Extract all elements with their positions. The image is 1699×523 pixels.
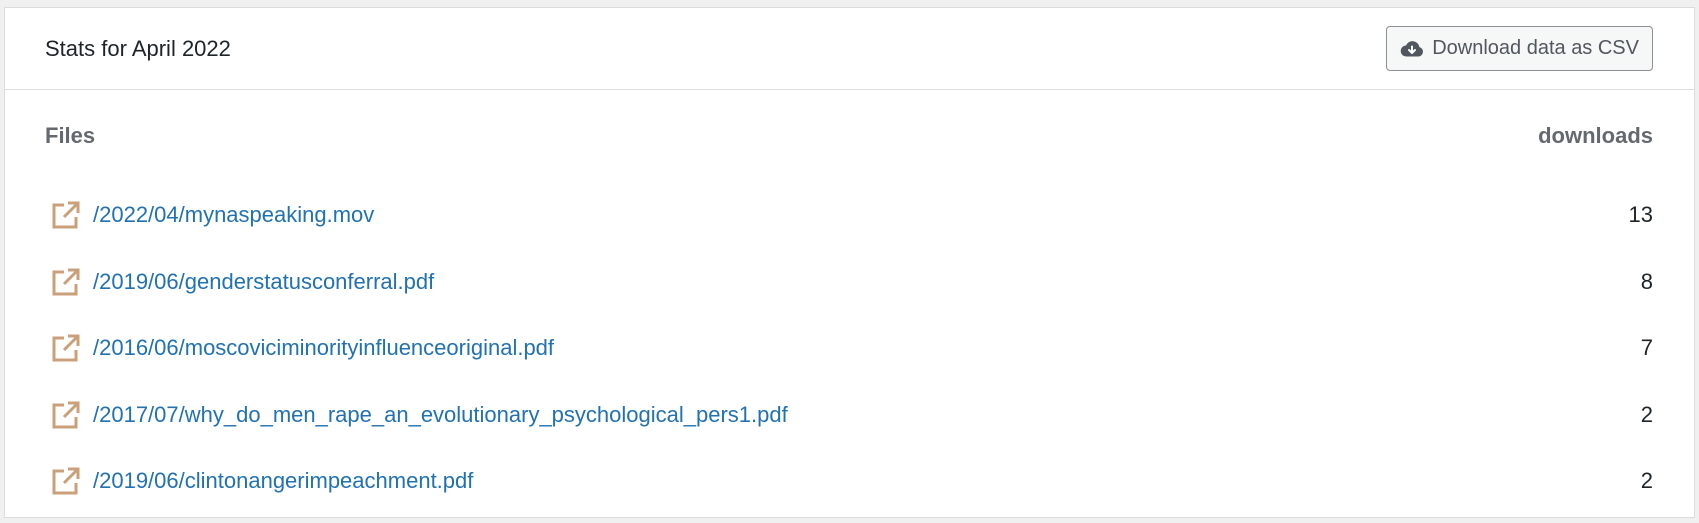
file-link[interactable]: /2017/07/why_do_men_rape_an_evolutionary…	[93, 402, 788, 428]
file-link[interactable]: /2016/06/moscoviciminorityinfluenceorigi…	[93, 335, 554, 361]
column-header-downloads: downloads	[1538, 123, 1653, 148]
download-count: 7	[1640, 335, 1653, 361]
external-link-icon[interactable]	[50, 199, 82, 231]
download-count: 2	[1640, 401, 1653, 427]
file-link[interactable]: /2022/04/mynaspeaking.mov	[93, 202, 374, 228]
external-link-icon[interactable]	[50, 399, 82, 431]
download-count: 2	[1640, 468, 1653, 494]
table-row: /2019/06/clintonangerimpeachment.pdf 2	[45, 448, 1653, 515]
table-row: /2017/07/why_do_men_rape_an_evolutionary…	[45, 382, 1653, 449]
download-count: 13	[1628, 202, 1653, 228]
stats-panel: Stats for April 2022 Download data as CS…	[4, 7, 1695, 518]
cloud-download-icon	[1400, 40, 1424, 57]
panel-header: Stats for April 2022 Download data as CS…	[5, 8, 1694, 90]
table-row: /2022/04/mynaspeaking.mov 13	[45, 182, 1653, 249]
file-link[interactable]: /2019/06/clintonangerimpeachment.pdf	[93, 468, 473, 494]
download-csv-label: Download data as CSV	[1432, 37, 1639, 59]
table-row: /2019/06/genderstatusconferral.pdf 8	[45, 249, 1653, 316]
download-csv-button[interactable]: Download data as CSV	[1386, 26, 1653, 71]
download-count: 8	[1640, 268, 1653, 294]
table-header-row: Files downloads	[45, 90, 1653, 182]
external-link-icon[interactable]	[50, 266, 82, 298]
external-link-icon[interactable]	[50, 465, 82, 497]
page-title: Stats for April 2022	[45, 35, 231, 61]
downloads-table: Files downloads /2022/04/mynaspeaking.mo…	[5, 90, 1694, 515]
table-row: /2016/06/moscoviciminorityinfluenceorigi…	[45, 315, 1653, 382]
file-link[interactable]: /2019/06/genderstatusconferral.pdf	[93, 269, 434, 295]
column-header-files: Files	[45, 123, 96, 148]
external-link-icon[interactable]	[50, 332, 82, 364]
